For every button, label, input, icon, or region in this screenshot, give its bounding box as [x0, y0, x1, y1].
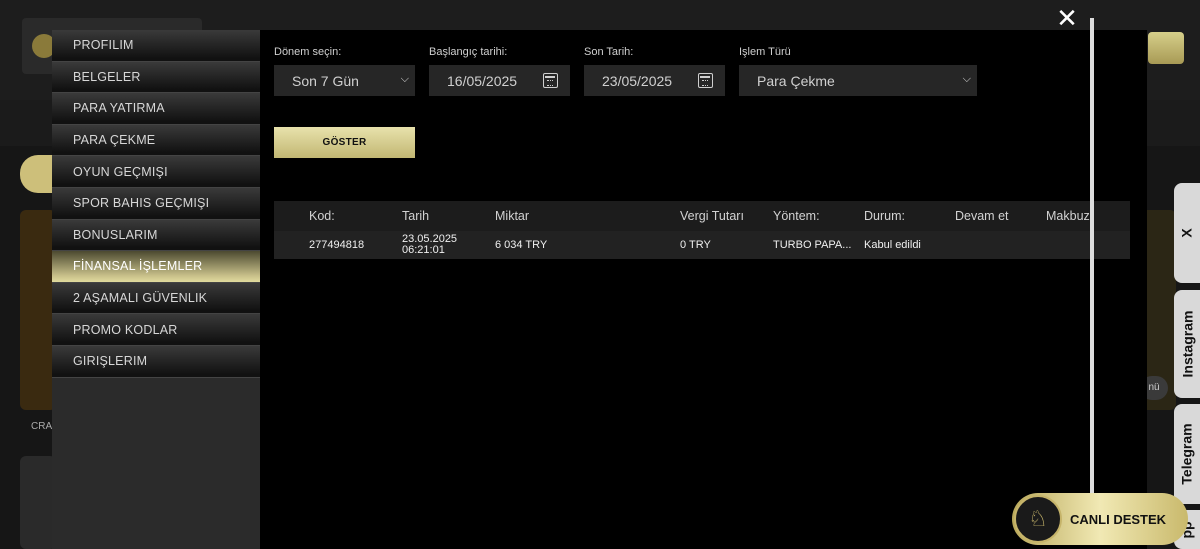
end-date-input[interactable]: 23/05/2025	[584, 65, 725, 96]
header-tax: Vergi Tutarı	[680, 209, 744, 223]
sidebar-item-promo-codes[interactable]: PROMO KODLAR	[52, 314, 260, 346]
row-status: Kabul edildi	[864, 239, 921, 251]
sidebar-item-sports-history[interactable]: SPOR BAHIS GEÇMIŞI	[52, 187, 260, 220]
end-date-value: 23/05/2025	[602, 72, 673, 89]
sidebar-item-withdraw[interactable]: PARA ÇEKME	[52, 124, 260, 157]
sidebar-item-profile[interactable]: PROFILIM	[52, 30, 260, 62]
transactions-table: Kod: Tarih Miktar Vergi Tutarı Yöntem: D…	[274, 201, 1130, 259]
calendar-icon[interactable]	[543, 73, 558, 88]
telegram-label: Telegram	[1179, 423, 1195, 485]
instagram-tab[interactable]: Instagram	[1174, 290, 1200, 398]
telegram-tab[interactable]: Telegram	[1174, 404, 1200, 504]
row-method: TURBO PAPA...	[773, 239, 852, 251]
calendar-icon[interactable]	[698, 73, 713, 88]
sidebar-item-documents[interactable]: BELGELER	[52, 61, 260, 94]
live-support-label: CANLI DESTEK	[1070, 511, 1167, 527]
background-game-card-2[interactable]	[20, 456, 56, 549]
side-close-label: X	[1179, 228, 1195, 238]
header-date: Tarih	[402, 209, 430, 223]
sidebar-item-logins[interactable]: GIRIŞLERIM	[52, 345, 260, 378]
header-amount: Miktar	[495, 209, 530, 223]
period-value: Son 7 Gün	[292, 72, 359, 89]
header-method: Yöntem:	[773, 209, 820, 223]
sidebar-item-financial-transactions[interactable]: FİNANSAL İŞLEMLER	[52, 251, 260, 283]
sidebar-item-game-history[interactable]: OYUN GEÇMIŞI	[52, 156, 260, 188]
period-select[interactable]: Son 7 Gün ⌵	[274, 65, 415, 96]
start-date-value: 16/05/2025	[447, 72, 518, 89]
instagram-label: Instagram	[1179, 310, 1196, 378]
side-close-tab[interactable]: X	[1174, 183, 1200, 283]
end-date-label: Son Tarih:	[584, 46, 634, 58]
financial-transactions-panel: Dönem seçin: Son 7 Gün ⌵ Başlangıç tarih…	[274, 30, 1134, 549]
background-card-label: CRA	[31, 421, 53, 432]
transaction-type-select[interactable]: Para Çekme ⌵	[739, 65, 977, 96]
background-category-pill[interactable]	[20, 155, 56, 193]
background-game-card[interactable]	[20, 210, 56, 410]
chevron-down-icon: ⌵	[400, 73, 409, 85]
row-code: 277494818	[309, 239, 365, 251]
transaction-type-label: Işlem Türü	[739, 46, 791, 58]
row-datetime: 23.05.2025 06:21:01	[402, 231, 457, 259]
header-status: Durum:	[864, 209, 905, 223]
row-time: 06:21:01	[402, 244, 445, 256]
sidebar-item-two-factor[interactable]: 2 AŞAMALI GÜVENLIK	[52, 282, 260, 315]
table-header: Kod: Tarih Miktar Vergi Tutarı Yöntem: D…	[274, 201, 1130, 231]
start-date-label: Başlangıç tarihi:	[429, 46, 508, 58]
period-label: Dönem seçin:	[274, 46, 342, 58]
sidebar-item-bonuses[interactable]: BONUSLARIM	[52, 219, 260, 252]
show-button[interactable]: GÖSTER	[274, 127, 415, 158]
account-modal: PROFILIM BELGELER PARA YATIRMA PARA ÇEKM…	[52, 30, 1147, 549]
account-sidebar: PROFILIM BELGELER PARA YATIRMA PARA ÇEKM…	[52, 30, 260, 549]
transaction-type-value: Para Çekme	[757, 72, 835, 89]
table-row[interactable]: 277494818 23.05.2025 06:21:01 6 034 TRY …	[274, 231, 1130, 259]
header-code: Kod:	[309, 209, 335, 223]
header-account-button[interactable]	[1148, 32, 1184, 64]
row-amount: 6 034 TRY	[495, 239, 548, 251]
sidebar-item-deposit[interactable]: PARA YATIRMA	[52, 93, 260, 125]
live-support-button[interactable]: ♘ CANLI DESTEK	[1012, 493, 1188, 545]
lion-icon: ♘	[1014, 495, 1062, 543]
row-tax: 0 TRY	[680, 239, 711, 251]
start-date-input[interactable]: 16/05/2025	[429, 65, 570, 96]
chevron-down-icon: ⌵	[962, 73, 971, 85]
header-continue: Devam et	[955, 209, 1009, 223]
modal-scrollbar[interactable]	[1090, 18, 1094, 518]
close-icon[interactable]: ✕	[1056, 5, 1078, 31]
header-receipt: Makbuz:	[1046, 209, 1094, 223]
